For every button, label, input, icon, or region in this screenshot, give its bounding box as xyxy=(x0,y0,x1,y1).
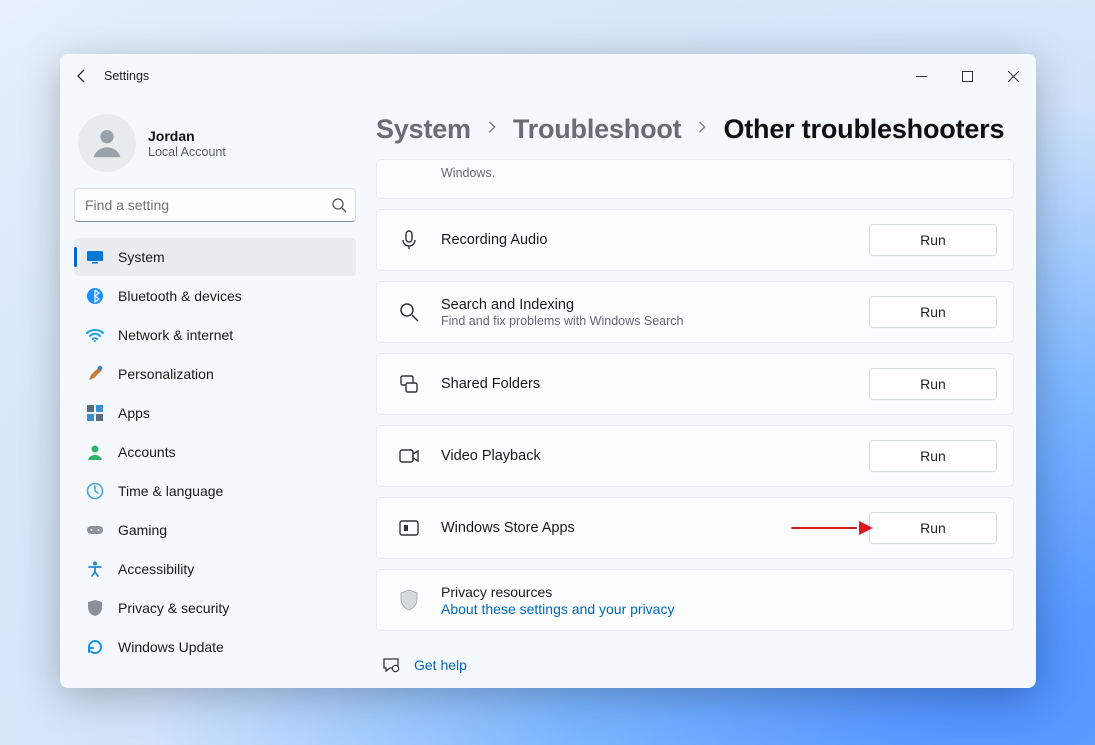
update-icon xyxy=(86,638,104,656)
account-name: Jordan xyxy=(148,128,226,144)
sidebar-item-accessibility[interactable]: Accessibility xyxy=(74,550,356,588)
magnifier-icon xyxy=(397,300,421,324)
bluetooth-icon xyxy=(86,287,104,305)
accessibility-icon xyxy=(86,560,104,578)
user-icon xyxy=(88,124,126,162)
sidebar-item-label: Privacy & security xyxy=(118,600,346,616)
shield-outline-icon xyxy=(397,588,421,612)
footer-help: Get help xyxy=(376,640,1014,674)
apps-grid-icon xyxy=(86,404,104,422)
search-box[interactable] xyxy=(74,188,356,222)
troubleshooter-list: Windows. Recording Audio Run Search and … xyxy=(376,159,1014,640)
sidebar-item-windows-update[interactable]: Windows Update xyxy=(74,628,356,666)
person-icon xyxy=(86,443,104,461)
privacy-link[interactable]: About these settings and your privacy xyxy=(441,601,997,617)
troubleshooter-card-partial: Windows. xyxy=(376,159,1014,199)
sidebar-item-label: Accounts xyxy=(118,444,346,460)
sidebar-item-time-language[interactable]: Time & language xyxy=(74,472,356,510)
troubleshooter-label: Video Playback xyxy=(441,448,849,464)
gamepad-icon xyxy=(86,521,104,539)
window-title: Settings xyxy=(104,69,149,83)
sidebar-item-label: System xyxy=(118,249,346,265)
maximize-icon xyxy=(962,71,973,82)
sidebar-nav: System Bluetooth & devices Network & int… xyxy=(74,238,356,666)
sidebar-item-bluetooth[interactable]: Bluetooth & devices xyxy=(74,277,356,315)
store-apps-icon xyxy=(397,516,421,540)
minimize-icon xyxy=(916,71,927,82)
close-button[interactable] xyxy=(990,60,1036,92)
troubleshooter-card-windows-store-apps: Windows Store Apps Run xyxy=(376,497,1014,559)
chevron-right-icon xyxy=(485,120,499,139)
crumb-other-troubleshooters: Other troubleshooters xyxy=(723,114,1004,145)
microphone-icon xyxy=(397,228,421,252)
troubleshooter-desc: Windows. xyxy=(441,166,997,180)
run-button-recording-audio[interactable]: Run xyxy=(869,224,997,256)
account-block[interactable]: Jordan Local Account xyxy=(74,108,356,182)
sidebar-item-label: Apps xyxy=(118,405,346,421)
chevron-right-icon xyxy=(695,120,709,139)
help-chat-icon xyxy=(382,656,400,674)
run-button-search-indexing[interactable]: Run xyxy=(869,296,997,328)
privacy-resources-card: Privacy resources About these settings a… xyxy=(376,569,1014,631)
run-button-shared-folders[interactable]: Run xyxy=(869,368,997,400)
troubleshooter-card-search-indexing: Search and Indexing Find and fix problem… xyxy=(376,281,1014,343)
sidebar-item-label: Time & language xyxy=(118,483,346,499)
sidebar-item-label: Windows Update xyxy=(118,639,346,655)
avatar xyxy=(78,114,136,172)
close-icon xyxy=(1008,71,1019,82)
sidebar-item-network[interactable]: Network & internet xyxy=(74,316,356,354)
search-icon xyxy=(331,197,347,213)
privacy-title: Privacy resources xyxy=(441,584,997,600)
sidebar: Jordan Local Account System Bluetooth & … xyxy=(60,98,370,688)
sidebar-item-label: Bluetooth & devices xyxy=(118,288,346,304)
sidebar-item-label: Gaming xyxy=(118,522,346,538)
troubleshooter-label: Search and Indexing xyxy=(441,297,849,313)
sidebar-item-personalization[interactable]: Personalization xyxy=(74,355,356,393)
settings-window: Settings Jordan Local Account xyxy=(60,54,1036,688)
breadcrumb: System Troubleshoot Other troubleshooter… xyxy=(376,108,1014,159)
arrow-left-icon xyxy=(74,68,90,84)
troubleshooter-label: Windows Store Apps xyxy=(441,520,849,536)
troubleshooter-label: Shared Folders xyxy=(441,376,849,392)
run-button-video-playback[interactable]: Run xyxy=(869,440,997,472)
sidebar-item-accounts[interactable]: Accounts xyxy=(74,433,356,471)
window-controls xyxy=(898,60,1036,92)
sidebar-item-apps[interactable]: Apps xyxy=(74,394,356,432)
wifi-icon xyxy=(86,326,104,344)
troubleshooter-card-shared-folders: Shared Folders Run xyxy=(376,353,1014,415)
titlebar-left: Settings xyxy=(74,68,149,84)
troubleshooter-label: Recording Audio xyxy=(441,232,849,248)
video-icon xyxy=(397,444,421,468)
shared-folder-icon xyxy=(397,372,421,396)
troubleshooter-card-video-playback: Video Playback Run xyxy=(376,425,1014,487)
account-type: Local Account xyxy=(148,145,226,159)
sidebar-item-label: Personalization xyxy=(118,366,346,382)
get-help-link[interactable]: Get help xyxy=(414,657,467,673)
crumb-troubleshoot[interactable]: Troubleshoot xyxy=(513,114,682,145)
main-content: System Troubleshoot Other troubleshooter… xyxy=(370,98,1036,688)
clock-globe-icon xyxy=(86,482,104,500)
titlebar: Settings xyxy=(60,54,1036,98)
app-body: Jordan Local Account System Bluetooth & … xyxy=(60,98,1036,688)
troubleshooter-desc: Find and fix problems with Windows Searc… xyxy=(441,314,849,328)
sidebar-item-privacy[interactable]: Privacy & security xyxy=(74,589,356,627)
monitor-icon xyxy=(86,248,104,266)
sidebar-item-system[interactable]: System xyxy=(74,238,356,276)
crumb-system[interactable]: System xyxy=(376,114,471,145)
run-button-windows-store-apps[interactable]: Run xyxy=(869,512,997,544)
search-input[interactable] xyxy=(85,197,331,213)
sidebar-item-label: Accessibility xyxy=(118,561,346,577)
minimize-button[interactable] xyxy=(898,60,944,92)
back-button[interactable] xyxy=(74,68,90,84)
sidebar-item-gaming[interactable]: Gaming xyxy=(74,511,356,549)
troubleshooter-card-recording-audio: Recording Audio Run xyxy=(376,209,1014,271)
shield-icon xyxy=(86,599,104,617)
sidebar-item-label: Network & internet xyxy=(118,327,346,343)
maximize-button[interactable] xyxy=(944,60,990,92)
paintbrush-icon xyxy=(86,365,104,383)
